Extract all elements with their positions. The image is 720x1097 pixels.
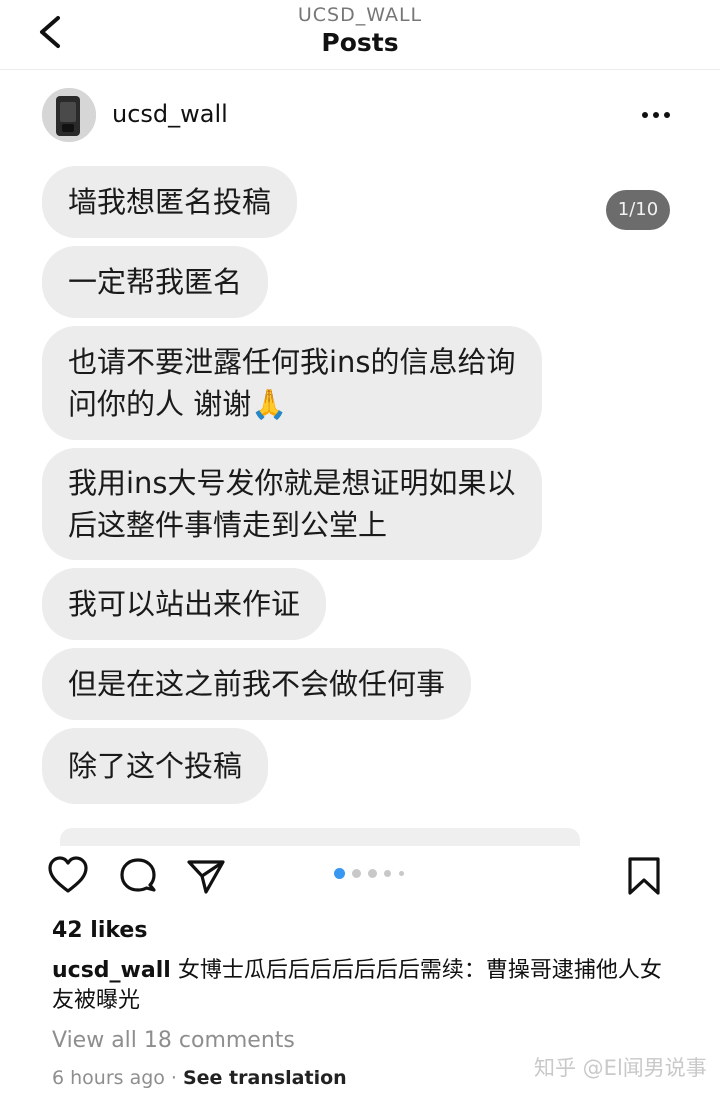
carousel-dot — [352, 869, 361, 878]
carousel-dot — [399, 871, 404, 876]
image-counter-badge: 1/10 — [606, 190, 670, 230]
avatar[interactable] — [42, 88, 96, 142]
caption-username[interactable]: ucsd_wall — [52, 958, 171, 983]
post-image[interactable]: 墙我想匿名投稿 一定帮我匿名 也请不要泄露任何我ins的信息给询 问你的人 谢谢… — [20, 156, 700, 846]
see-translation-link[interactable]: See translation — [183, 1067, 347, 1089]
comment-button[interactable] — [116, 854, 160, 898]
carousel-dot — [368, 869, 377, 878]
chat-bubble-3: 也请不要泄露任何我ins的信息给询 问你的人 谢谢🙏 — [42, 326, 542, 440]
top-bar: UCSD_WALL Posts — [0, 0, 720, 70]
view-comments-link[interactable]: View all 18 comments — [52, 1028, 295, 1053]
post-username[interactable]: ucsd_wall — [112, 100, 228, 128]
chat-bubble-4: 我用ins大号发你就是想证明如果以 后这整件事情走到公堂上 — [42, 448, 542, 560]
chat-bubble-6: 但是在这之前我不会做任何事 — [42, 648, 472, 720]
post-caption: ucsd_wall 女博士瓜后后后后后后后需续：曹操哥逮捕他人女友被曝光 — [52, 956, 672, 1016]
page-title: Posts — [321, 28, 399, 57]
like-button[interactable] — [46, 854, 90, 898]
carousel-dot — [384, 870, 391, 877]
next-bubble-peek — [60, 828, 580, 846]
chat-bubble-1: 墙我想匿名投稿 — [42, 166, 298, 238]
likes-count[interactable]: 42 likes — [52, 918, 147, 943]
post-meta: 6 hours ago · See translation — [52, 1067, 347, 1089]
share-button[interactable] — [184, 854, 228, 898]
heart-icon — [48, 856, 88, 893]
post-header: ucsd_wall — [0, 78, 720, 154]
avatar-image — [42, 88, 96, 142]
meta-separator: · — [170, 1067, 177, 1089]
more-options-button[interactable] — [636, 100, 676, 130]
carousel-dot-active — [334, 868, 345, 879]
save-button[interactable] — [622, 854, 666, 898]
bookmark-icon — [628, 857, 660, 895]
send-icon — [187, 860, 225, 894]
chat-bubble-2: 一定帮我匿名 — [42, 246, 269, 318]
account-name: UCSD_WALL — [297, 4, 423, 26]
chat-bubble-7: 除了这个投稿 — [42, 728, 269, 804]
watermark: 知乎 @El闻男说事 — [534, 1056, 707, 1080]
post-time: 6 hours ago — [52, 1067, 165, 1089]
action-bar — [0, 848, 720, 910]
chat-bubble-5: 我可以站出来作证 — [42, 568, 327, 640]
comment-icon — [120, 858, 156, 892]
more-horizontal-icon — [642, 112, 670, 118]
